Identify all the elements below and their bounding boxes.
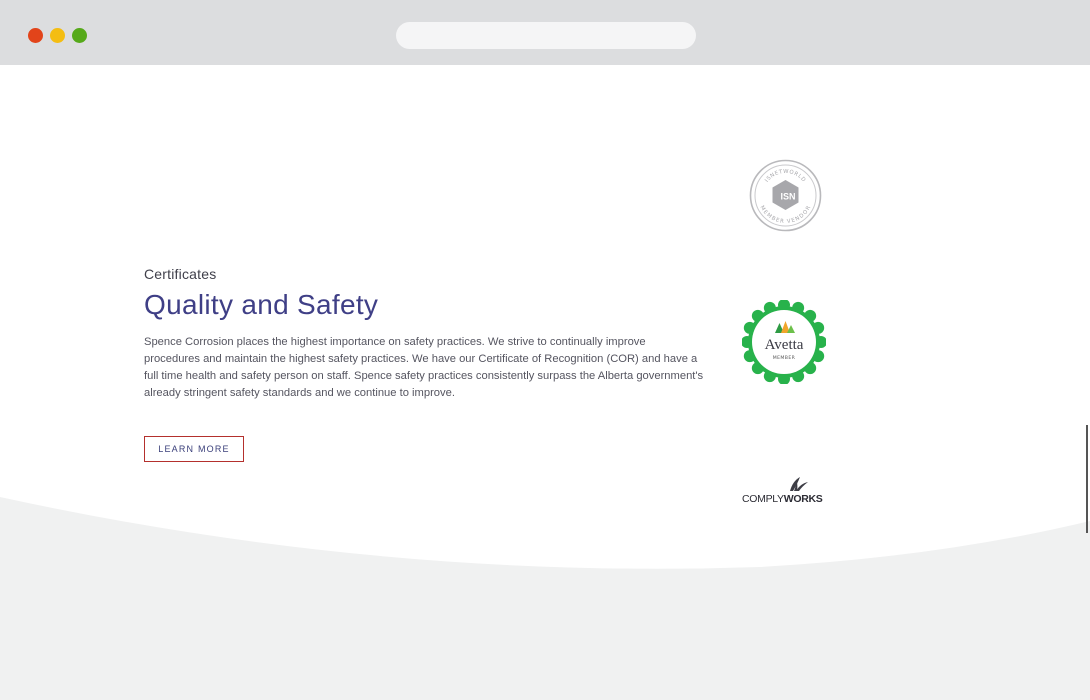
close-window-button[interactable]: [28, 28, 43, 43]
complyworks-leaf-icon: [790, 477, 808, 491]
avetta-name: Avetta: [765, 337, 804, 353]
browser-chrome: [0, 0, 1090, 65]
avetta-member-logo: Avetta MEMBER: [742, 300, 826, 384]
isnetworld-logo: ISNETWORLD MEMBER VENDOR ISN: [749, 159, 822, 232]
isn-center-text: ISN: [780, 192, 795, 202]
complyworks-logo: COMPLYWORKS: [742, 477, 830, 505]
complyworks-wordmark: COMPLYWORKS: [742, 493, 823, 505]
section-eyebrow: Certificates: [144, 266, 217, 282]
learn-more-button[interactable]: LEARN MORE: [144, 436, 244, 462]
page-content: Certificates Quality and Safety Spence C…: [0, 65, 1090, 700]
avetta-member-label: MEMBER: [773, 355, 796, 361]
section-body: Spence Corrosion places the highest impo…: [144, 336, 704, 399]
minimize-window-button[interactable]: [50, 28, 65, 43]
address-bar[interactable]: [396, 22, 696, 49]
complyworks-part2: WORKS: [783, 493, 823, 505]
section-title: Quality and Safety: [144, 289, 379, 320]
page-scrollbar[interactable]: [1086, 425, 1088, 533]
complyworks-part1: COMPLY: [742, 493, 784, 505]
maximize-window-button[interactable]: [72, 28, 87, 43]
